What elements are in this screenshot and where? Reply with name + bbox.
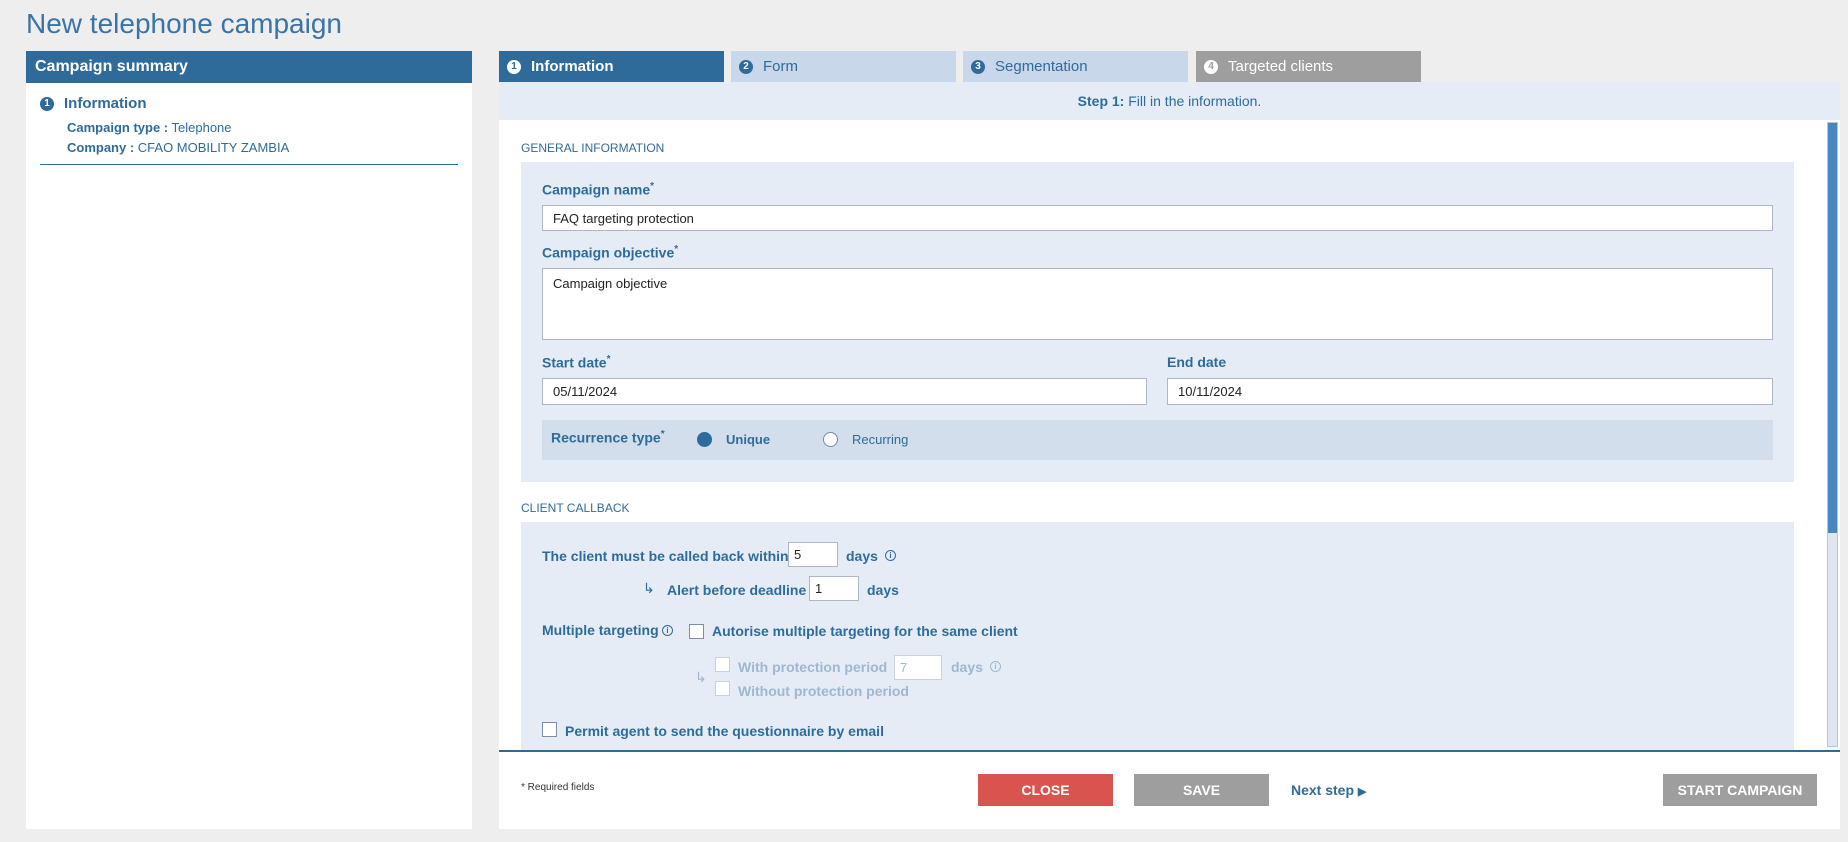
- summary-header: Campaign summary: [26, 51, 472, 83]
- client-callback-title: CLIENT CALLBACK: [521, 501, 630, 515]
- protection-days-input[interactable]: [894, 655, 942, 680]
- callback-days-unit: days: [846, 548, 878, 564]
- general-information-title: GENERAL INFORMATION: [521, 141, 665, 155]
- required-fields-note: * Required fields: [521, 782, 595, 793]
- alert-days-input[interactable]: [809, 576, 859, 601]
- save-button[interactable]: SAVE: [1134, 774, 1269, 806]
- summary-step-label: Information: [64, 95, 147, 112]
- protection-info-icon[interactable]: i: [990, 661, 1001, 672]
- summary-step-information: 1 Information: [40, 95, 458, 112]
- radio-recurring[interactable]: [823, 432, 838, 447]
- step-label: Step 1:: [1077, 93, 1125, 109]
- tab-label: Segmentation: [995, 58, 1088, 75]
- tab-targeted-clients[interactable]: 4 Targeted clients: [1196, 51, 1421, 82]
- tab-number-icon: 1: [507, 59, 521, 74]
- recurrence-type-row: Recurrence type* Unique Recurring: [542, 420, 1773, 460]
- campaign-name-label: Campaign name*: [542, 181, 655, 198]
- recurrence-type-label: Recurrence type*: [551, 429, 665, 446]
- permit-email-label[interactable]: Permit agent to send the questionnaire b…: [565, 723, 884, 739]
- tab-label: Form: [763, 58, 798, 75]
- tab-label: Information: [531, 58, 614, 75]
- tab-number-icon: 4: [1204, 59, 1218, 74]
- radio-unique[interactable]: [697, 432, 712, 447]
- general-information-section: Campaign name* Campaign objective* Campa…: [521, 162, 1794, 482]
- callback-within-label: The client must be called back within: [542, 548, 789, 564]
- campaign-name-input[interactable]: [542, 205, 1773, 231]
- page-title: New telephone campaign: [26, 8, 342, 39]
- summary-campaign-type: Campaign type : Telephone: [67, 120, 458, 135]
- protection-days-unit: days: [951, 659, 983, 675]
- callback-info-icon[interactable]: i: [885, 550, 896, 561]
- summary-divider: [40, 164, 458, 165]
- summary-company: Company : CFAO MOBILITY ZAMBIA: [67, 140, 458, 155]
- caret-right-icon: ▶: [1357, 786, 1367, 798]
- multiple-targeting-info-icon[interactable]: i: [662, 625, 673, 636]
- alert-before-deadline-label: Alert before deadline: [667, 582, 807, 598]
- without-protection-checkbox[interactable]: [715, 681, 730, 696]
- sub-option-arrow-icon: ↳: [695, 669, 707, 685]
- permit-email-checkbox[interactable]: [542, 722, 557, 737]
- vertical-scrollbar[interactable]: [1827, 122, 1838, 747]
- tab-segmentation[interactable]: 3 Segmentation: [963, 51, 1188, 82]
- client-callback-section: The client must be called back within da…: [521, 522, 1794, 750]
- multiple-targeting-label: Multiple targeting: [542, 622, 659, 638]
- next-step-label: Next step: [1291, 782, 1355, 798]
- close-button[interactable]: CLOSE: [978, 774, 1113, 806]
- autorise-multiple-label[interactable]: Autorise multiple targeting for the same…: [712, 623, 1018, 639]
- autorise-multiple-checkbox[interactable]: [689, 624, 704, 639]
- alert-days-unit: days: [867, 582, 899, 598]
- sub-option-arrow-icon: ↳: [643, 580, 655, 596]
- tab-number-icon: 3: [971, 59, 985, 74]
- scrollbar-thumb[interactable]: [1828, 123, 1837, 533]
- end-date-input[interactable]: [1167, 378, 1773, 405]
- form-scroll-area[interactable]: GENERAL INFORMATION Campaign name* Campa…: [499, 120, 1840, 752]
- campaign-objective-label: Campaign objective*: [542, 244, 679, 261]
- form-footer: * Required fields CLOSE SAVE Next step ▶…: [499, 752, 1840, 829]
- step-instruction-bar: Step 1: Fill in the information.: [499, 82, 1840, 120]
- tab-form[interactable]: 2 Form: [731, 51, 956, 82]
- with-protection-checkbox[interactable]: [715, 657, 730, 672]
- start-campaign-button[interactable]: START CAMPAIGN: [1663, 774, 1817, 806]
- company-value: CFAO MOBILITY ZAMBIA: [137, 140, 290, 155]
- campaign-summary-panel: Campaign summary 1 Information Campaign …: [26, 51, 472, 829]
- end-date-label: End date: [1167, 354, 1227, 370]
- step-text: Fill in the information.: [1124, 93, 1262, 109]
- with-protection-label[interactable]: With protection period: [738, 659, 887, 675]
- tab-number-icon: 2: [739, 59, 753, 74]
- step-number-icon: 1: [40, 96, 54, 111]
- radio-recurring-label[interactable]: Recurring: [852, 432, 908, 447]
- callback-days-input[interactable]: [788, 542, 838, 567]
- campaign-type-value: Telephone: [171, 120, 232, 135]
- tab-information[interactable]: 1 Information: [499, 51, 724, 82]
- tab-label: Targeted clients: [1228, 58, 1334, 75]
- start-date-input[interactable]: [542, 378, 1147, 405]
- campaign-objective-textarea[interactable]: Campaign objective: [542, 268, 1773, 340]
- next-step-link[interactable]: Next step ▶: [1291, 782, 1366, 798]
- start-date-label: Start date*: [542, 354, 611, 371]
- without-protection-label[interactable]: Without protection period: [738, 683, 909, 699]
- main-form-panel: Step 1: Fill in the information. GENERAL…: [499, 82, 1840, 752]
- radio-unique-label[interactable]: Unique: [726, 432, 770, 447]
- campaign-type-label: Campaign type :: [67, 120, 169, 135]
- company-label: Company :: [67, 140, 135, 155]
